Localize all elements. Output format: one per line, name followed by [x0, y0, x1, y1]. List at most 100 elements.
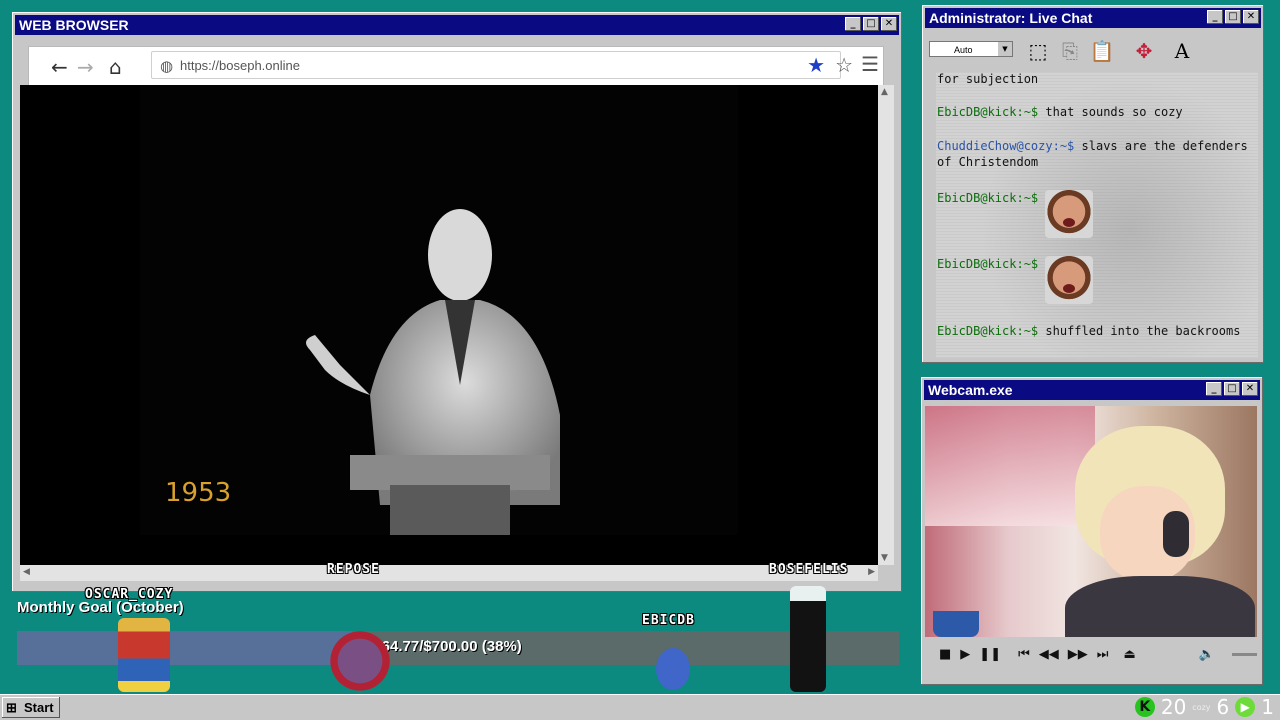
font-icon[interactable]: A — [1167, 37, 1197, 65]
video-frame — [140, 85, 738, 535]
taskbar: ⊞ Start K 20 cozy 6 ▶ 1 — [0, 694, 1280, 720]
video-year-caption: 1953 — [165, 478, 232, 508]
name-tag-repose: REPOSE — [327, 562, 380, 577]
select-icon[interactable]: ⬚ — [1023, 37, 1053, 65]
webcam-title: Webcam.exe — [928, 382, 1013, 398]
chat-message: EbicDB@kick:~$ shuffled into the backroo… — [937, 323, 1255, 339]
headphone-icon — [1163, 511, 1189, 557]
mode-select[interactable]: Auto ▼ — [929, 41, 1013, 57]
move-icon[interactable]: ✥ — [1129, 37, 1159, 65]
chat-titlebar[interactable]: Administrator: Live Chat _ □ ✕ — [925, 8, 1261, 28]
address-bar[interactable]: ◍ https://boseph.online — [151, 51, 841, 79]
eject-icon[interactable]: ⏏ — [1124, 647, 1136, 662]
chat-message: ChuddieChow@cozy:~$ slavs are the defend… — [937, 138, 1255, 170]
tray-count-3: 1 — [1261, 695, 1274, 719]
volume-slider[interactable] — [1231, 652, 1257, 656]
rumble-logo-icon[interactable]: ▶ — [1235, 697, 1256, 717]
menu-icon[interactable]: ☰ — [861, 52, 879, 76]
message-text: shuffled into the backrooms — [1045, 324, 1241, 338]
chat-message: EbicDB@kick:~$ that sounds so cozy — [937, 104, 1255, 120]
next-icon[interactable]: ⏭ — [1097, 647, 1109, 662]
chat-maximize-button[interactable]: □ — [1225, 10, 1241, 24]
goal-label: Monthly Goal (October) — [17, 599, 184, 616]
message-user: EbicDB@kick:~$ — [937, 105, 1039, 119]
chat-message: for subjection — [937, 72, 1255, 87]
cup-icon — [933, 611, 979, 637]
message-user: EbicDB@kick:~$ — [937, 191, 1039, 205]
minimize-button[interactable]: _ — [845, 17, 861, 31]
play-icon[interactable]: ▶ — [960, 647, 970, 662]
chat-title: Administrator: Live Chat — [929, 10, 1093, 26]
chat-window: Administrator: Live Chat _ □ ✕ Auto ▼ ⬚ … — [922, 5, 1264, 363]
browser-title: WEB BROWSER — [19, 17, 129, 33]
paste-icon[interactable]: 📋 — [1087, 37, 1117, 65]
message-user: ChuddieChow@cozy:~$ — [937, 139, 1075, 153]
windows-logo-icon: ⊞ — [6, 700, 17, 715]
speaker-figure — [306, 209, 560, 535]
browser-window: WEB BROWSER _ □ ✕ ← → ⌂ ◍ https://boseph… — [12, 12, 902, 592]
goal-progress-fill — [17, 631, 353, 665]
background-shelf — [925, 406, 1095, 526]
scroll-left-icon[interactable]: ◀ — [23, 567, 30, 577]
chevron-down-icon[interactable]: ▼ — [998, 42, 1012, 56]
url-text: https://boseph.online — [180, 58, 300, 73]
pause-icon[interactable]: ❚❚ — [979, 647, 1001, 662]
shocked-face-emote — [1045, 190, 1094, 238]
browser-navbar: ← → ⌂ ◍ https://boseph.online ★ ☆ ☰ — [28, 46, 884, 86]
shocked-face-emote — [1045, 256, 1094, 304]
mode-select-value: Auto — [954, 45, 973, 55]
close-button[interactable]: ✕ — [881, 17, 897, 31]
name-tag-bosefelis: BOSEFELIS — [769, 562, 849, 577]
copy-icon[interactable]: ⎘ — [1055, 37, 1085, 65]
forward-icon[interactable]: ▶▶ — [1068, 647, 1088, 662]
chat-message: EbicDB@kick:~$ — [937, 190, 1255, 238]
webcam-feed — [925, 406, 1257, 637]
webcam-minimize-button[interactable]: _ — [1206, 382, 1222, 396]
video-viewport[interactable]: 1953 — [20, 85, 878, 565]
webcam-maximize-button[interactable]: □ — [1224, 382, 1240, 396]
name-tag-ebicdb: EBICDB — [642, 613, 695, 628]
globe-icon: ◍ — [160, 57, 174, 75]
webcam-close-button[interactable]: ✕ — [1242, 382, 1258, 396]
webcam-titlebar[interactable]: Webcam.exe _ □ ✕ — [924, 380, 1260, 400]
volume-icon[interactable]: 🔈 — [1199, 647, 1215, 662]
maximize-button[interactable]: □ — [863, 17, 879, 31]
message-text: that sounds so cozy — [1045, 105, 1183, 119]
scroll-up-icon[interactable]: ▲ — [881, 87, 888, 97]
chat-minimize-button[interactable]: _ — [1207, 10, 1223, 24]
chat-close-button[interactable]: ✕ — [1243, 10, 1259, 24]
start-label: Start — [24, 700, 54, 715]
scroll-right-icon[interactable]: ▶ — [868, 567, 875, 577]
sprite-blue-blob — [656, 648, 690, 690]
scroll-down-icon[interactable]: ▼ — [881, 553, 888, 563]
chat-toolbar: Auto ▼ ⬚ ⎘ 📋 ✥ A — [925, 29, 1261, 69]
tray-count-2: 6 — [1216, 695, 1230, 719]
rewind-icon[interactable]: ◀◀ — [1039, 647, 1059, 662]
media-controls: ■ ▶ ❚❚ ⏮ ◀◀ ▶▶ ⏭ ⏏ 🔈 — [925, 639, 1257, 669]
star-outline-icon[interactable]: ☆ — [835, 53, 853, 77]
chat-messages[interactable]: for subjection EbicDB@kick:~$ that sound… — [936, 72, 1258, 358]
back-arrow-icon[interactable]: ← — [51, 55, 68, 79]
sprite-luffy — [118, 618, 170, 692]
sprite-dark-character — [790, 586, 826, 692]
sprite-creature — [322, 630, 398, 692]
webcam-window: Webcam.exe _ □ ✕ ■ ▶ ❚❚ ⏮ ◀◀ ▶▶ ⏭ ⏏ 🔈 — [921, 377, 1263, 685]
bookmark-star-icon[interactable]: ★ — [807, 53, 825, 77]
stop-icon[interactable]: ■ — [939, 647, 951, 662]
system-tray: K 20 cozy 6 ▶ 1 — [1134, 694, 1274, 720]
message-user: EbicDB@kick:~$ — [937, 257, 1039, 271]
prev-icon[interactable]: ⏮ — [1018, 647, 1030, 662]
message-user: EbicDB@kick:~$ — [937, 324, 1039, 338]
browser-titlebar[interactable]: WEB BROWSER _ □ ✕ — [15, 15, 899, 35]
tray-cozy-label: cozy — [1192, 702, 1211, 712]
tray-count-1: 20 — [1160, 695, 1187, 719]
kick-logo-icon[interactable]: K — [1134, 697, 1155, 717]
avatar-sweater — [1065, 576, 1255, 637]
start-button[interactable]: ⊞ Start — [2, 697, 60, 718]
forward-arrow-icon[interactable]: → — [77, 55, 94, 79]
message-text: for subjection — [937, 72, 1039, 86]
home-icon[interactable]: ⌂ — [109, 55, 122, 79]
vertical-scrollbar[interactable]: ▲ ▼ — [878, 85, 894, 565]
chat-message: EbicDB@kick:~$ — [937, 256, 1255, 304]
horizontal-scrollbar[interactable]: ◀ ▶ — [20, 565, 878, 581]
